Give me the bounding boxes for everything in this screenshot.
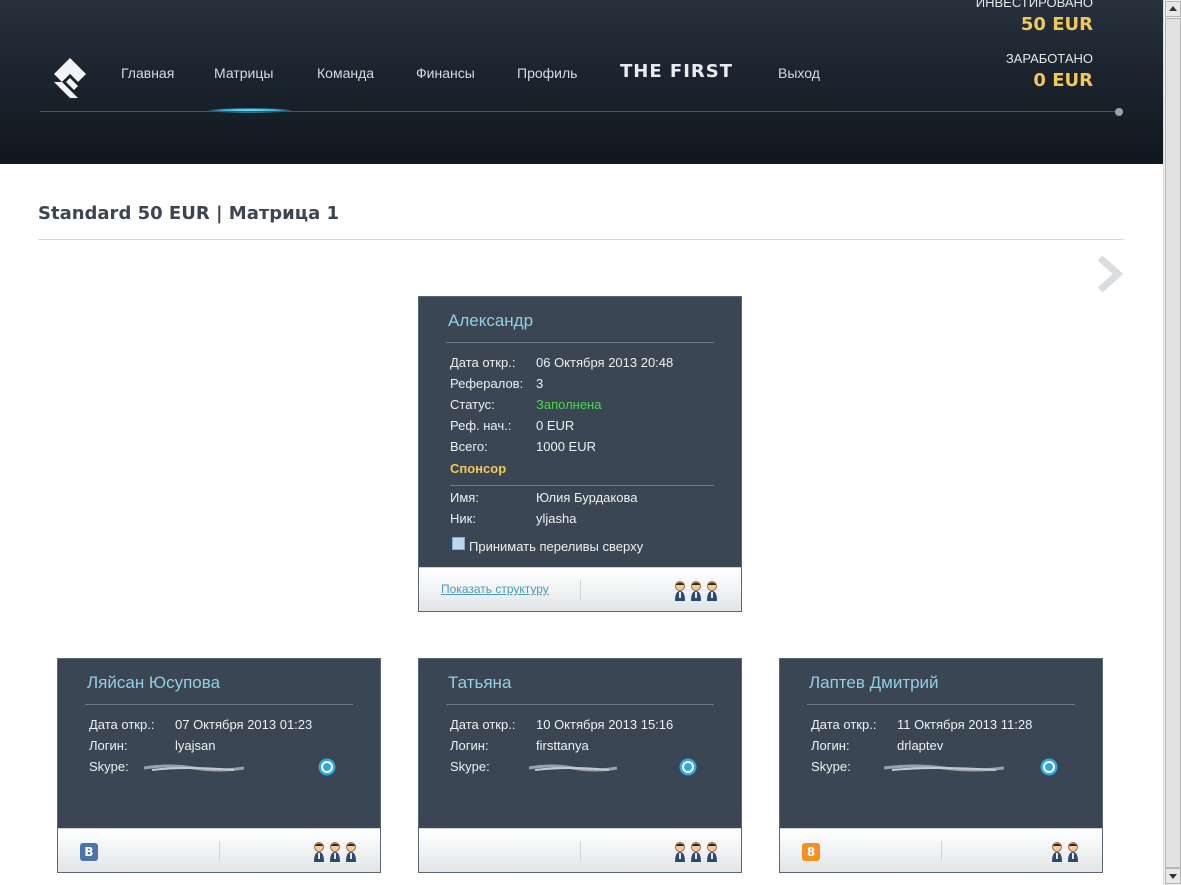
field-login: Логин: firsttanya [450,738,589,753]
logo-icon[interactable] [50,56,90,100]
show-structure-link[interactable]: Показать структуру [441,582,549,596]
field-skype: Skype: [450,759,490,774]
arrow-down-icon [1169,874,1177,879]
nav-finance[interactable]: Финансы [416,65,475,81]
arrow-up-icon [1169,6,1177,11]
redacted-skype [884,764,1004,772]
field-total: Всего: 1000 EUR [450,439,596,454]
person-tie [679,592,681,598]
field-open-date: Дата откр.: 06 Октября 2013 20:48 [450,355,674,370]
sponsor-heading: Спонсор [450,461,507,476]
people-icon [314,842,356,862]
card-owner-name: Татьяна [448,673,512,692]
scroll-up-button[interactable] [1165,1,1181,17]
header-rule [40,111,1120,112]
scroll-thumb[interactable] [1165,18,1181,868]
person-tie [1072,853,1074,859]
nav-team[interactable]: Команда [317,65,374,81]
people-icon [675,581,717,601]
overflow-checkbox-label[interactable]: Принимать переливы сверху [469,539,643,554]
chevron-right-icon[interactable] [1094,254,1126,294]
earned-label: ЗАРАБОТАНО [1005,51,1093,66]
field-referrals: Рефералов: 3 [450,376,544,391]
card-owner-name: Ляйсан Юсупова [87,673,221,692]
people-icon [675,842,717,862]
redacted-skype [144,764,244,772]
top-header: Главная Матрицы Команда Финансы Профиль … [0,0,1163,164]
sponsor-divider [450,485,714,486]
status-badge: Заполнена [536,397,602,412]
odnoklassniki-icon[interactable]: 8 [802,843,820,861]
person-tie [350,853,352,859]
sponsor-nick: Ник: yljasha [450,511,577,526]
matrix-child-card-1: Ляйсан Юсупова Дата откр.: 07 Октября 201… [57,658,381,873]
nav-profile[interactable]: Профиль [517,65,577,81]
card-owner-name: Александр [448,311,534,330]
card-divider [446,342,714,343]
person-tie [318,853,320,859]
matrix-child-card-2: Татьяна Дата откр.: 10 Октября 2013 15:16… [418,658,742,873]
title-divider [38,239,1124,240]
skype-status-icon[interactable] [679,758,697,776]
sponsor-name: Имя: Юлия Бурдакова [450,490,638,505]
card-footer: Показать структуру [419,567,741,611]
nav-the-first[interactable]: THE FIRST [620,61,733,82]
people-icon [1052,842,1078,862]
field-login: Логин: drlaptev [811,738,944,753]
footer-divider [580,580,581,600]
footer-divider [580,841,581,861]
card-footer [419,828,741,872]
card-divider [446,704,714,705]
matrix-child-card-3: Лаптев Дмитрий Дата откр.: 11 Октября 201… [779,658,1103,873]
person-tie [679,853,681,859]
page-title: Standard 50 EUR | Матрица 1 [38,203,340,224]
field-ref-accrued: Реф. нач.: 0 EUR [450,418,575,433]
card-footer: 8 [780,828,1102,872]
nav-home[interactable]: Главная [121,65,174,81]
header-rule-dot [1115,108,1123,116]
invested-label: ИНВЕСТИРОВАНО [975,0,1093,10]
footer-divider [941,841,942,861]
skype-status-icon[interactable] [1040,758,1058,776]
redacted-skype [529,764,617,772]
footer-divider [219,841,220,861]
vk-icon[interactable]: B [80,843,98,861]
person-tie [695,853,697,859]
person-tie [695,592,697,598]
nav-matrices[interactable]: Матрицы [214,65,273,81]
matrix-main-card: Александр Дата откр.: 06 Октября 2013 20:… [418,296,742,612]
person-tie [334,853,336,859]
scroll-down-button[interactable] [1165,868,1181,884]
skype-status-icon[interactable] [318,758,336,776]
person-tie [1056,853,1058,859]
invested-value: 50 EUR [1020,14,1093,35]
card-owner-name: Лаптев Дмитрий [809,673,939,692]
field-login: Логин: lyajsan [89,738,216,753]
card-divider [85,704,353,705]
card-divider [807,704,1075,705]
earned-value: 0 EUR [1033,70,1093,91]
vertical-scrollbar[interactable] [1163,0,1181,885]
nav-logout[interactable]: Выход [778,65,820,81]
field-open-date: Дата откр.: 10 Октября 2013 15:16 [450,717,674,732]
card-footer: B [58,828,380,872]
field-open-date: Дата откр.: 07 Октября 2013 01:23 [89,717,313,732]
person-tie [711,592,713,598]
overflow-checkbox[interactable] [452,537,465,550]
person-tie [711,853,713,859]
field-open-date: Дата откр.: 11 Октября 2013 11:28 [811,717,1033,732]
field-status: Статус: Заполнена [450,397,602,412]
